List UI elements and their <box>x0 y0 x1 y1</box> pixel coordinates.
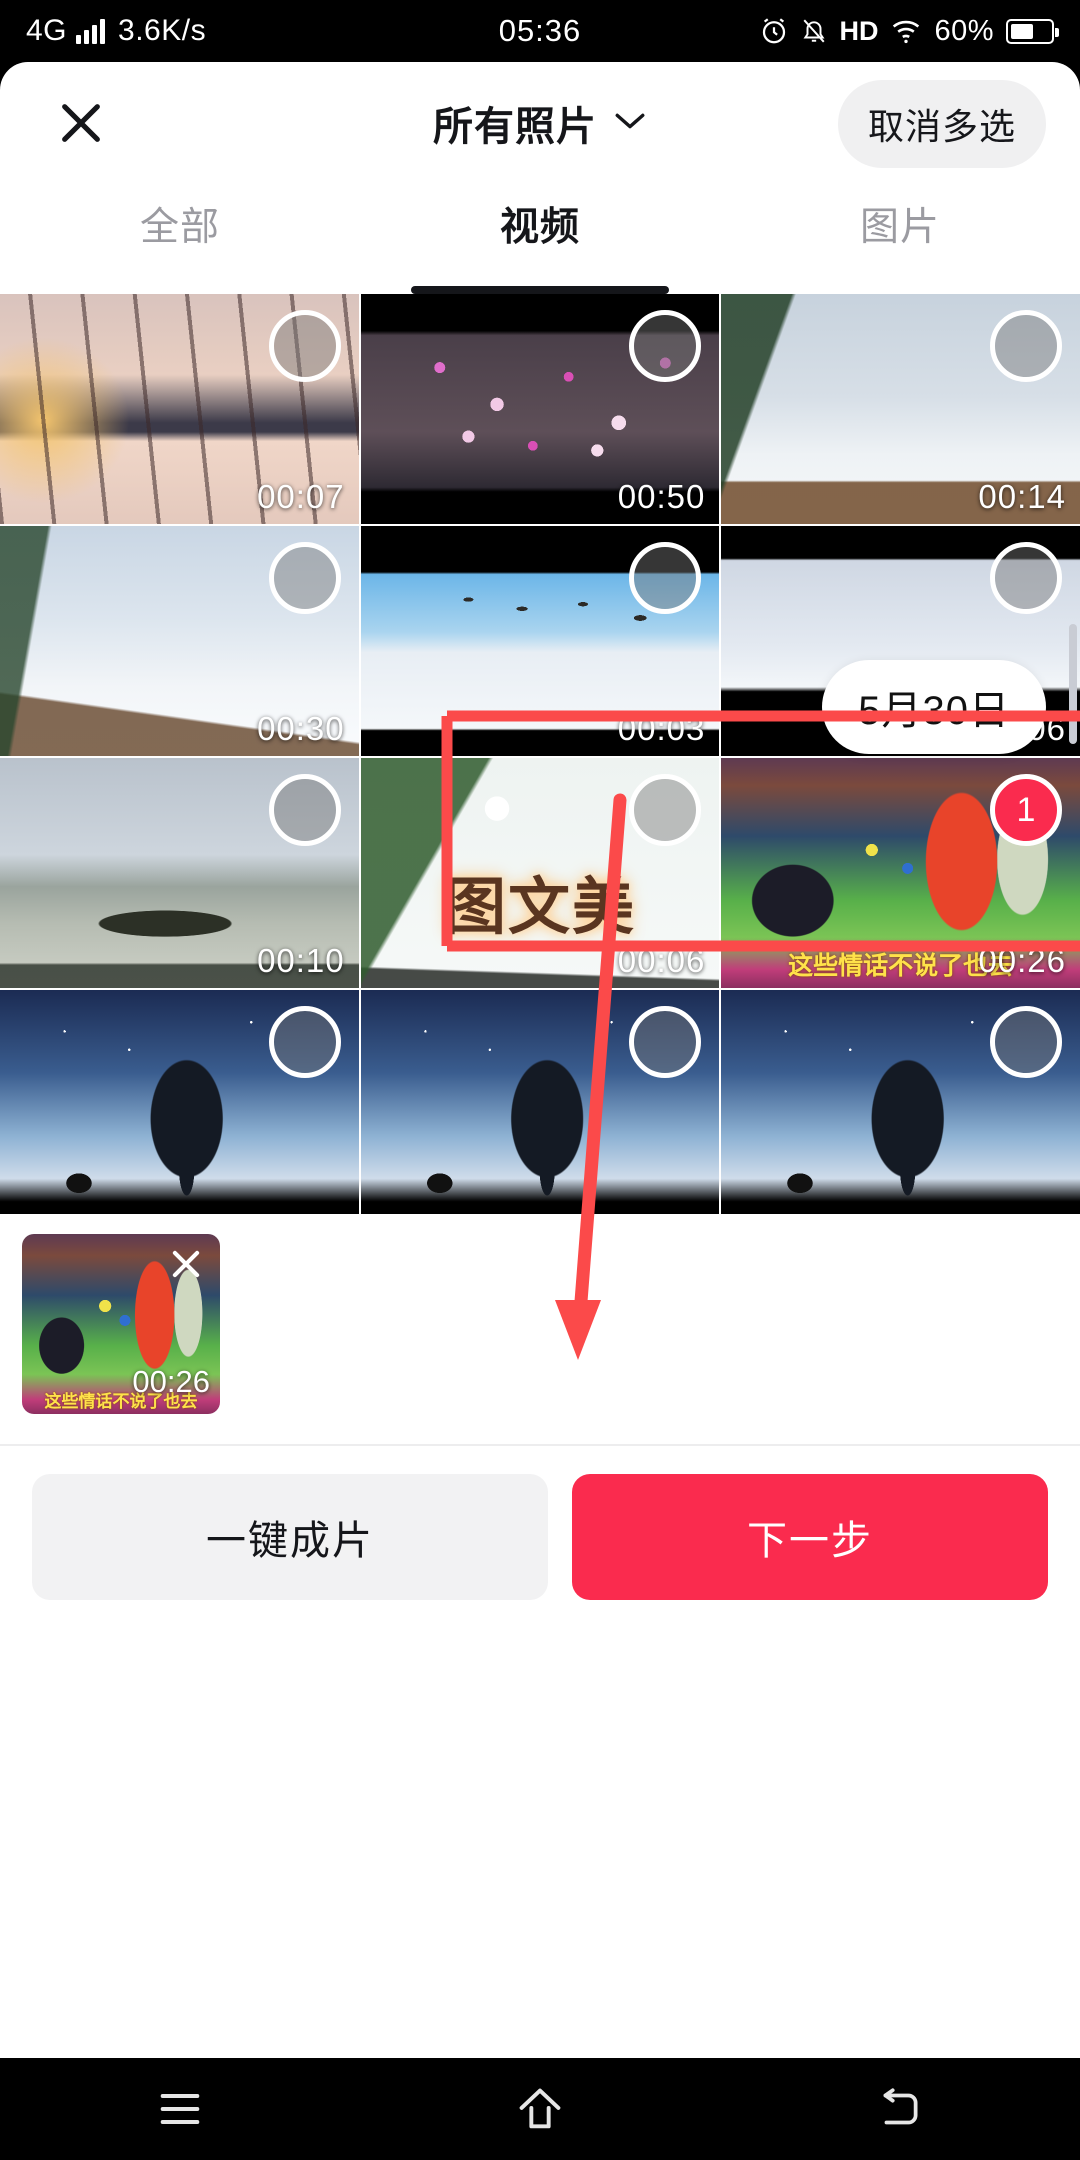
tab-active-underline <box>411 286 669 294</box>
android-nav-bar <box>0 2058 1080 2160</box>
tab-video-label: 视频 <box>499 206 580 249</box>
grid-scrollbar[interactable] <box>1069 624 1077 744</box>
clip-duration-label: 00:26 <box>132 1364 210 1399</box>
media-cell[interactable]: 00:50 <box>360 294 720 524</box>
media-grid: 00:07 00:50 00:14 00:30 00:03 00:06 <box>0 294 1080 1220</box>
media-cell[interactable] <box>0 990 359 1220</box>
media-cell[interactable] <box>360 990 720 1220</box>
media-cell[interactable]: 00:03 <box>360 526 720 756</box>
duration-label: 00:30 <box>257 710 345 747</box>
select-circle[interactable] <box>629 1006 702 1078</box>
duration-label: 00:10 <box>257 942 345 979</box>
tab-all[interactable]: 全部 <box>0 182 360 294</box>
remove-clip-icon[interactable] <box>158 1236 214 1292</box>
alarm-icon <box>759 16 789 46</box>
duration-label: 00:14 <box>978 478 1066 515</box>
menu-icon[interactable] <box>90 2058 270 2160</box>
battery-icon <box>1006 18 1059 44</box>
back-icon[interactable] <box>810 2058 990 2160</box>
media-cell-selected[interactable]: 1 这些情话不说了也去 00:26 <box>721 758 1080 988</box>
status-bar: 4G 3.6K/s 05:36 HD 60% <box>0 0 1080 62</box>
select-circle[interactable] <box>629 774 702 846</box>
select-circle[interactable] <box>268 542 341 614</box>
duration-label: 00:03 <box>617 710 706 747</box>
hd-icon: HD <box>839 15 879 46</box>
media-cell[interactable]: 00:14 <box>721 294 1080 524</box>
bottom-actions: 一键成片 下一步 <box>0 1446 1080 1628</box>
tab-video[interactable]: 视频 <box>360 182 720 294</box>
select-badge[interactable]: 1 <box>989 774 1062 846</box>
duration-label: 00:06 <box>617 942 706 979</box>
duration-label: 00:26 <box>978 942 1066 979</box>
selected-clip-chip[interactable]: 这些情话不说了也去 00:26 <box>22 1234 220 1414</box>
cancel-multiselect-button[interactable]: 取消多选 <box>837 80 1046 168</box>
date-chip: 5月30日 <box>822 660 1046 754</box>
home-icon[interactable] <box>450 2058 630 2160</box>
select-circle[interactable] <box>989 542 1062 614</box>
thumbnail-watermark: 图文美 <box>443 872 636 942</box>
tab-image-label: 图片 <box>859 206 940 249</box>
next-step-button[interactable]: 下一步 <box>572 1474 1048 1600</box>
wifi-icon <box>890 18 922 44</box>
mute-icon <box>801 16 827 46</box>
media-type-tabs: 全部 视频 图片 <box>0 182 1080 294</box>
select-circle[interactable] <box>629 542 702 614</box>
select-circle[interactable] <box>629 310 702 382</box>
media-cell[interactable]: 00:07 <box>0 294 359 524</box>
select-circle[interactable] <box>989 1006 1062 1078</box>
tab-image[interactable]: 图片 <box>720 182 1080 294</box>
tab-all-label: 全部 <box>139 206 220 249</box>
status-bar-right: HD 60% <box>759 14 1059 48</box>
one-click-movie-button[interactable]: 一键成片 <box>32 1474 548 1600</box>
page-title: 所有照片 <box>433 105 597 149</box>
select-circle[interactable] <box>268 774 341 846</box>
selected-clips-strip: 这些情话不说了也去 00:26 <box>0 1214 1080 1444</box>
media-cell[interactable]: 00:10 <box>0 758 359 988</box>
select-circle[interactable] <box>989 310 1062 382</box>
select-circle[interactable] <box>268 1006 341 1078</box>
duration-label: 00:07 <box>257 478 345 515</box>
select-circle[interactable] <box>268 310 341 382</box>
media-cell[interactable]: 00:30 <box>0 526 359 756</box>
media-cell[interactable]: 图文美 00:06 <box>360 758 720 988</box>
chevron-down-icon <box>613 110 647 137</box>
album-picker-sheet: 所有照片 取消多选 全部 视频 图片 00:07 00:50 00:14 00:… <box>0 62 1080 2098</box>
header: 所有照片 取消多选 <box>0 62 1080 182</box>
media-cell[interactable] <box>721 990 1080 1220</box>
battery-percent-label: 60% <box>934 14 994 47</box>
duration-label: 00:50 <box>617 478 706 515</box>
